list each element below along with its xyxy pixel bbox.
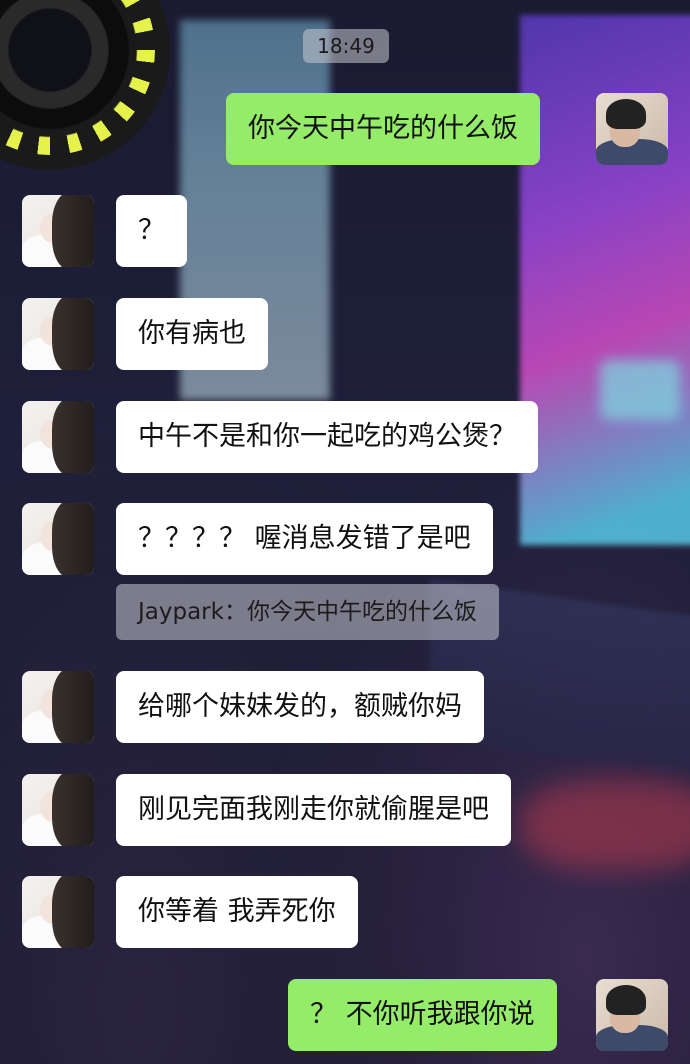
message-bubble-in[interactable]: ？？？？ 喔消息发错了是吧: [116, 503, 493, 575]
quoted-message[interactable]: Jaypark：你今天中午吃的什么饭: [116, 584, 499, 640]
male-avatar-icon[interactable]: [596, 93, 668, 165]
female-avatar-icon[interactable]: [22, 503, 94, 575]
message-bubble-in[interactable]: 你有病也: [116, 298, 268, 370]
message-bubble-in[interactable]: 你等着 我弄死你: [116, 876, 358, 948]
timestamp: 18:49: [303, 29, 389, 63]
female-avatar-icon[interactable]: [22, 401, 94, 473]
female-avatar-icon[interactable]: [22, 671, 94, 743]
message-bubble-in[interactable]: 刚见完面我刚走你就偷腥是吧: [116, 774, 511, 846]
female-avatar-icon[interactable]: [22, 774, 94, 846]
male-avatar-icon[interactable]: [596, 979, 668, 1051]
message-bubble-in[interactable]: 给哪个妹妹发的，额贼你妈: [116, 671, 484, 743]
female-avatar-icon[interactable]: [22, 195, 94, 267]
message-bubble-in[interactable]: ？: [116, 195, 187, 267]
message-bubble-out[interactable]: 你今天中午吃的什么饭: [226, 93, 540, 165]
female-avatar-icon[interactable]: [22, 298, 94, 370]
female-avatar-icon[interactable]: [22, 876, 94, 948]
message-bubble-out[interactable]: ？ 不你听我跟你说: [288, 979, 557, 1051]
message-bubble-in[interactable]: 中午不是和你一起吃的鸡公煲？: [116, 401, 538, 473]
